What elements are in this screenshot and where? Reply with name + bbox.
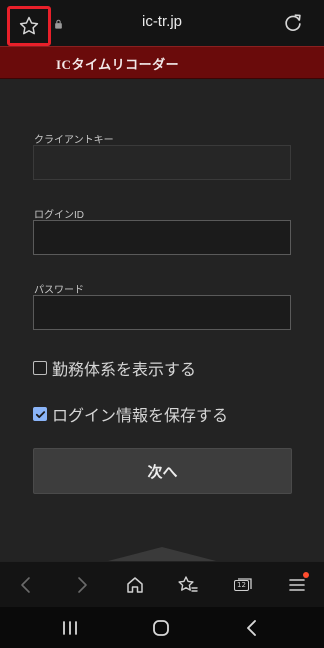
home-button[interactable] xyxy=(122,572,148,598)
site-header: ICタイムリコーダー xyxy=(0,46,324,79)
save-login-checkbox-row[interactable]: ログイン情報を保存する xyxy=(33,402,228,426)
recent-apps-icon xyxy=(63,621,77,635)
back-system-button[interactable] xyxy=(239,615,265,641)
home-icon xyxy=(127,577,143,593)
password-field[interactable] xyxy=(33,295,291,330)
menu-icon xyxy=(289,579,305,591)
client-key-label: クライアントキー xyxy=(34,135,114,146)
site-title: ICタイムリコーダー xyxy=(56,57,180,72)
tabs-button[interactable]: 12 xyxy=(230,572,256,598)
star-list-icon xyxy=(178,576,198,592)
bookmarks-button[interactable] xyxy=(175,572,201,598)
save-login-checkbox[interactable] xyxy=(33,407,47,421)
login-id-label: ログインID xyxy=(34,210,84,221)
forward-button[interactable] xyxy=(69,572,95,598)
notification-dot xyxy=(303,572,309,578)
login-id-field[interactable] xyxy=(33,220,291,255)
next-button[interactable]: 次へ xyxy=(33,448,292,494)
tab-count: 12 xyxy=(234,580,249,591)
password-label: パスワード xyxy=(34,285,84,296)
show-work-system-checkbox[interactable] xyxy=(33,361,47,375)
url-text[interactable]: ic-tr.jp xyxy=(0,13,324,30)
chevron-left-icon xyxy=(21,577,30,593)
browser-toolbar: 12 xyxy=(0,561,324,607)
chevron-right-icon xyxy=(78,577,87,593)
back-button[interactable] xyxy=(13,572,39,598)
circle-home-icon xyxy=(153,620,169,636)
reload-icon[interactable] xyxy=(282,12,304,34)
show-work-system-checkbox-row[interactable]: 勤務体系を表示する xyxy=(33,356,196,380)
recent-apps-button[interactable] xyxy=(57,615,83,641)
client-key-field[interactable] xyxy=(33,145,291,180)
back-arrow-icon xyxy=(247,620,256,636)
checkmark-icon xyxy=(35,410,45,418)
scroll-up-tab[interactable] xyxy=(108,547,216,561)
browser-address-bar: ic-tr.jp xyxy=(0,0,324,46)
menu-button[interactable] xyxy=(284,572,310,598)
system-navigation-bar xyxy=(0,607,324,648)
show-work-system-label: 勤務体系を表示する xyxy=(52,360,197,379)
home-system-button[interactable] xyxy=(148,615,174,641)
save-login-label: ログイン情報を保存する xyxy=(52,406,229,425)
